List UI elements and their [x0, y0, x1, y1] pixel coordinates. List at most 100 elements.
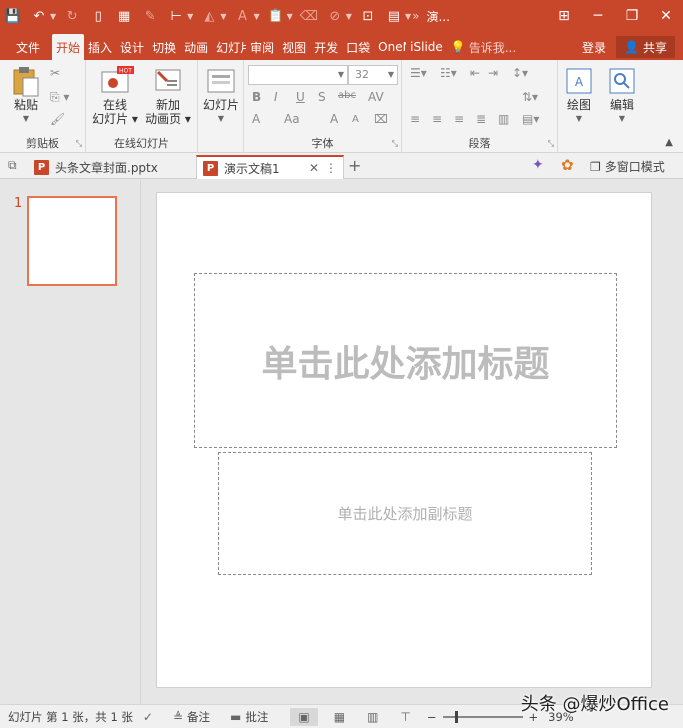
- login-link[interactable]: 登录: [578, 34, 610, 60]
- tab-file[interactable]: 文件: [0, 34, 52, 60]
- tab-insert[interactable]: 插入: [84, 34, 116, 60]
- minimize-icon[interactable]: ─: [581, 0, 615, 32]
- drawing-button[interactable]: A 绘图 ▼: [560, 66, 598, 126]
- increase-indent-icon[interactable]: ⇥: [488, 66, 498, 80]
- tab-animations[interactable]: 动画: [180, 34, 212, 60]
- zoom-slider[interactable]: [442, 710, 523, 723]
- strikethrough-button[interactable]: abc: [338, 90, 356, 101]
- spellcheck-icon[interactable]: ✓: [143, 710, 157, 724]
- grid-icon[interactable]: ▦: [113, 5, 135, 27]
- tab-list-icon[interactable]: ⧉: [8, 158, 17, 173]
- slides-button[interactable]: 幻灯片 ▼: [201, 66, 241, 126]
- notes-button[interactable]: ≜ 备注: [173, 709, 210, 725]
- font-color-button[interactable]: A: [252, 112, 260, 126]
- more-commands-icon[interactable]: »: [412, 9, 419, 23]
- font-color-icon[interactable]: A: [231, 5, 253, 27]
- slideshow-icon[interactable]: ⊤: [394, 710, 416, 724]
- tab-view[interactable]: 视图: [278, 34, 310, 60]
- numbering-icon[interactable]: ☷▾: [440, 66, 457, 80]
- gear-icon[interactable]: ✿: [561, 156, 574, 174]
- paste-caret[interactable]: ▼: [6, 112, 46, 126]
- close-icon[interactable]: ✕: [649, 0, 683, 32]
- shapes-icon[interactable]: ⊘: [324, 5, 346, 27]
- font-color-caret[interactable]: ▼: [253, 12, 259, 21]
- copy-icon[interactable]: ⎘ ▾: [50, 90, 69, 105]
- erase-icon[interactable]: ⌫: [298, 5, 320, 27]
- cut-icon[interactable]: ✂: [50, 66, 60, 80]
- tell-me-search[interactable]: 💡 告诉我...: [447, 34, 520, 60]
- format-painter-brush-icon[interactable]: 🖌: [50, 112, 65, 126]
- slide-sorter-icon[interactable]: ▦: [328, 710, 351, 724]
- font-launcher-icon[interactable]: ⤡: [392, 139, 398, 149]
- fill-color-icon[interactable]: ◭: [198, 5, 220, 27]
- multiwindow-button[interactable]: ❐ 多窗口模式: [590, 158, 665, 175]
- editing-caret[interactable]: ▼: [602, 112, 642, 126]
- theme-caret[interactable]: ▼: [405, 12, 411, 21]
- tab-pocket[interactable]: 口袋: [342, 34, 374, 60]
- undo-caret[interactable]: ▼: [50, 12, 56, 21]
- shapes-caret[interactable]: ▼: [346, 12, 352, 21]
- ribbon-display-icon[interactable]: ⊞: [547, 0, 581, 32]
- columns-icon[interactable]: ▥: [498, 112, 509, 126]
- align-left-icon[interactable]: ≡: [410, 112, 420, 126]
- restore-icon[interactable]: ❐: [615, 0, 649, 32]
- align-center-icon[interactable]: ≡: [432, 112, 442, 126]
- font-size-caret[interactable]: ▼: [388, 66, 394, 84]
- paste-caret[interactable]: ▼: [287, 12, 293, 21]
- slide-canvas[interactable]: 单击此处添加标题 单击此处添加副标题: [156, 192, 652, 688]
- italic-button[interactable]: I: [274, 90, 278, 104]
- tab-design[interactable]: 设计: [116, 34, 148, 60]
- comments-button[interactable]: ▬ 批注: [230, 709, 268, 725]
- drawing-caret[interactable]: ▼: [560, 112, 598, 126]
- font-name-field[interactable]: ▼: [248, 65, 348, 85]
- theme-icon[interactable]: ▤: [383, 5, 405, 27]
- pen-icon[interactable]: ✎: [139, 5, 161, 27]
- paste-button[interactable]: 粘贴 ▼: [6, 66, 46, 126]
- zoom-out-icon[interactable]: −: [427, 710, 437, 724]
- font-size-field[interactable]: 32 ▼: [348, 65, 398, 85]
- paragraph-launcher-icon[interactable]: ⤡: [548, 139, 554, 149]
- collapse-ribbon-icon[interactable]: ▲: [665, 137, 673, 148]
- normal-view-icon[interactable]: ▣: [290, 707, 318, 726]
- slide-thumbnail[interactable]: [27, 196, 117, 286]
- tab-onenote[interactable]: OneN: [374, 34, 406, 60]
- justify-icon[interactable]: ≣: [476, 112, 486, 126]
- magic-icon[interactable]: ✦: [532, 157, 544, 173]
- format-painter-icon[interactable]: ⊢: [165, 5, 187, 27]
- format-caret[interactable]: ▼: [187, 12, 193, 21]
- share-button[interactable]: 👤 共享: [616, 36, 675, 58]
- font-name-caret[interactable]: ▼: [338, 66, 344, 84]
- line-spacing-icon[interactable]: ↕▾: [512, 66, 528, 80]
- doc-tab-cover[interactable]: P 头条文章封面.pptx: [28, 155, 192, 179]
- undo-icon[interactable]: ↶: [28, 5, 50, 27]
- doc-tab-presentation1[interactable]: P 演示文稿1 ✕ ⋮: [196, 155, 344, 179]
- align-text-icon[interactable]: ▤▾: [522, 112, 539, 126]
- tab-transitions[interactable]: 切换: [148, 34, 180, 60]
- save-icon[interactable]: 💾: [2, 5, 24, 27]
- text-direction-icon[interactable]: ⇅▾: [522, 90, 538, 104]
- clear-format-icon[interactable]: ⌧: [374, 112, 388, 126]
- new-animation-page-button[interactable]: 新加 动画页 ▾: [142, 66, 194, 126]
- clipboard-launcher-icon[interactable]: ⤡: [76, 139, 82, 149]
- align-right-icon[interactable]: ≡: [454, 112, 464, 126]
- tab-slideshow[interactable]: 幻灯片: [212, 34, 246, 60]
- tab-review[interactable]: 审阅: [246, 34, 278, 60]
- reading-view-icon[interactable]: ▥: [361, 710, 384, 724]
- zoom-slider-thumb[interactable]: [454, 710, 458, 723]
- tab-menu-icon[interactable]: ⋮: [325, 161, 337, 175]
- bullets-icon[interactable]: ☰▾: [410, 66, 427, 80]
- tab-developer[interactable]: 开发: [310, 34, 342, 60]
- slides-caret[interactable]: ▼: [201, 112, 241, 126]
- new-tab-icon[interactable]: +: [348, 156, 361, 175]
- shadow-button[interactable]: S: [318, 90, 326, 104]
- fill-caret[interactable]: ▼: [220, 12, 226, 21]
- tab-home[interactable]: 开始: [52, 34, 85, 60]
- bold-button[interactable]: B: [252, 90, 261, 104]
- shrink-font-button[interactable]: A: [352, 114, 359, 125]
- grow-font-button[interactable]: A: [330, 112, 338, 126]
- subtitle-placeholder[interactable]: 单击此处添加副标题: [218, 452, 592, 575]
- screenshot-icon[interactable]: ⊡: [357, 5, 379, 27]
- underline-button[interactable]: U: [296, 90, 305, 104]
- tab-islide[interactable]: iSlide: [406, 34, 447, 60]
- editing-button[interactable]: 编辑 ▼: [602, 66, 642, 126]
